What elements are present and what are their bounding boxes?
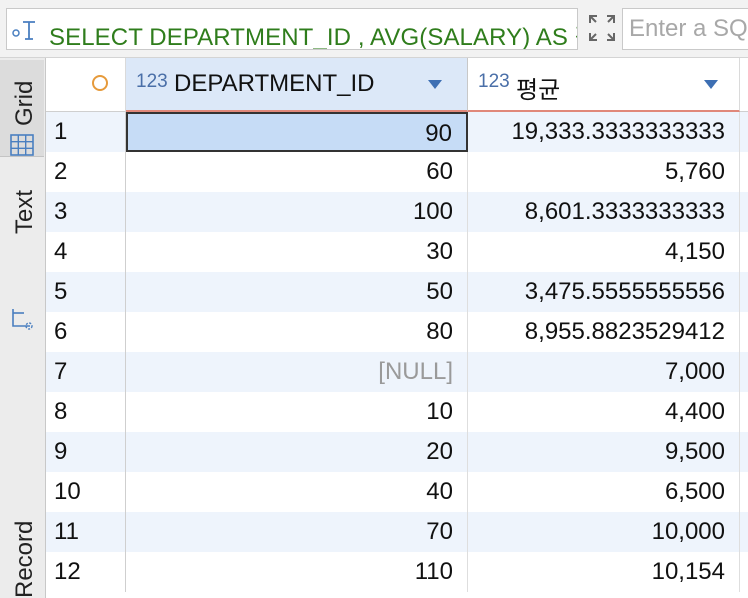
tab-grid[interactable]: Grid: [0, 60, 44, 157]
column-header-department-id[interactable]: 123 DEPARTMENT_ID: [126, 58, 468, 112]
row-number[interactable]: 1: [46, 112, 126, 152]
row-number[interactable]: 8: [46, 392, 126, 432]
cell-department-id[interactable]: [NULL]: [126, 352, 468, 392]
column-title: DEPARTMENT_ID: [174, 70, 375, 97]
cell-department-id[interactable]: 60: [126, 152, 468, 192]
tab-record[interactable]: Record: [0, 478, 44, 598]
numeric-type-icon: 123: [478, 71, 510, 92]
row-number[interactable]: 5: [46, 272, 126, 312]
cell-department-id[interactable]: 70: [126, 512, 468, 552]
text-view-icon: [12, 309, 33, 330]
tab-grid-label: Grid: [11, 80, 38, 126]
grid-icon: [10, 134, 34, 156]
cell-average[interactable]: 7,000: [468, 352, 740, 392]
cell-average[interactable]: 4,400: [468, 392, 740, 432]
cell-department-id[interactable]: 90: [126, 112, 468, 152]
row-number[interactable]: 9: [46, 432, 126, 472]
cell-department-id[interactable]: 110: [126, 552, 468, 592]
tab-record-label: Record: [11, 520, 38, 598]
table-row[interactable]: 1 90 19,333.3333333333: [46, 112, 748, 152]
cell-average[interactable]: 8,955.8823529412: [468, 312, 740, 352]
sql-query-display[interactable]: SELECT DEPARTMENT_ID , AVG(SALARY) AS 평균…: [6, 8, 578, 50]
table-row[interactable]: 12 110 10,154: [46, 552, 748, 592]
filter-field[interactable]: [622, 8, 748, 50]
filter-input[interactable]: [623, 9, 748, 49]
results-grid: 123 DEPARTMENT_ID 123 평균 1 90 19,333.33333…: [46, 58, 748, 598]
expand-icon[interactable]: [586, 12, 618, 44]
cell-department-id[interactable]: 40: [126, 472, 468, 512]
cell-department-id[interactable]: 10: [126, 392, 468, 432]
row-number[interactable]: 3: [46, 192, 126, 232]
table-row[interactable]: 5 50 3,475.5555555556: [46, 272, 748, 312]
cell-average[interactable]: 10,154: [468, 552, 740, 592]
view-mode-panel: Grid Text Record: [0, 58, 46, 598]
row-number[interactable]: 10: [46, 472, 126, 512]
table-row[interactable]: 6 80 8,955.8823529412: [46, 312, 748, 352]
table-row[interactable]: 8 10 4,400: [46, 392, 748, 432]
row-number[interactable]: 4: [46, 232, 126, 272]
cell-average[interactable]: 6,500: [468, 472, 740, 512]
sort-arrow-icon[interactable]: [704, 80, 718, 90]
cell-average[interactable]: 5,760: [468, 152, 740, 192]
row-number[interactable]: 11: [46, 512, 126, 552]
sort-arrow-icon[interactable]: [428, 80, 442, 90]
cell-department-id[interactable]: 50: [126, 272, 468, 312]
row-number[interactable]: 7: [46, 352, 126, 392]
cell-department-id[interactable]: 100: [126, 192, 468, 232]
cell-average[interactable]: 10,000: [468, 512, 740, 552]
cell-average[interactable]: 8,601.3333333333: [468, 192, 740, 232]
cell-average[interactable]: 3,475.5555555556: [468, 272, 740, 312]
tab-text[interactable]: Text: [0, 158, 44, 288]
table-row[interactable]: 10 40 6,500: [46, 472, 748, 512]
cell-department-id[interactable]: 20: [126, 432, 468, 472]
cell-department-id[interactable]: 30: [126, 232, 468, 272]
cell-department-id[interactable]: 80: [126, 312, 468, 352]
cell-average[interactable]: 4,150: [468, 232, 740, 272]
row-number[interactable]: 12: [46, 552, 126, 592]
column-header-filler: [740, 58, 748, 112]
numeric-type-icon: 123: [136, 71, 168, 92]
sql-query-text: SELECT DEPARTMENT_ID , AVG(SALARY) AS 평균…: [49, 24, 577, 50]
row-number-header[interactable]: [46, 58, 126, 112]
column-header-average[interactable]: 123 평균: [468, 58, 740, 112]
table-row[interactable]: 4 30 4,150: [46, 232, 748, 272]
column-title: 평균: [516, 77, 561, 104]
sql-editor-icon: [12, 21, 35, 40]
select-all-icon[interactable]: [92, 75, 108, 91]
cell-average[interactable]: 19,333.3333333333: [468, 112, 740, 152]
row-number[interactable]: 6: [46, 312, 126, 352]
cell-average[interactable]: 9,500: [468, 432, 740, 472]
tab-text-label: Text: [11, 189, 38, 234]
query-bar: SELECT DEPARTMENT_ID , AVG(SALARY) AS 평균…: [0, 0, 748, 58]
table-row[interactable]: 9 20 9,500: [46, 432, 748, 472]
table-row[interactable]: 7 [NULL] 7,000: [46, 352, 748, 392]
table-row[interactable]: 3 100 8,601.3333333333: [46, 192, 748, 232]
row-number[interactable]: 2: [46, 152, 126, 192]
table-row[interactable]: 11 70 10,000: [46, 512, 748, 552]
table-row[interactable]: 2 60 5,760: [46, 152, 748, 192]
